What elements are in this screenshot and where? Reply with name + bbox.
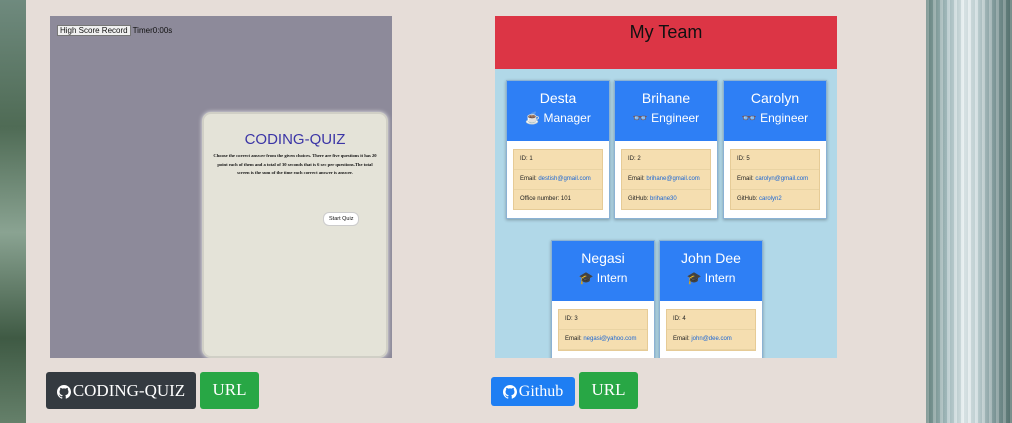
team-profile-preview-image: My Team Desta ☕ Manager ID: 1 Email: des… [495, 16, 837, 358]
member-email: Email: john@dee.com [667, 330, 755, 350]
quiz-description: Choose the correct answer from the given… [213, 153, 377, 175]
team-github-button[interactable]: Github [491, 377, 575, 406]
quiz-title: CODING-QUIZ [244, 131, 346, 148]
member-details: ID: 5 Email: carolyn@gmail.com GitHub: c… [730, 149, 820, 210]
member-name: Desta [539, 90, 577, 106]
team-card: John Dee 🎓 Intern ID: 4 Email: john@dee.… [659, 240, 763, 358]
member-email: Email: negasi@yahoo.com [559, 330, 647, 350]
member-name: Carolyn [750, 90, 800, 106]
background-waterfall-left [0, 0, 26, 423]
member-role: 👓 Engineer [741, 111, 809, 125]
quiz-header: High Score Record Timer0:00s [57, 25, 173, 36]
coding-quiz-repo-button[interactable]: CODING-QUIZ [46, 372, 196, 409]
team-card: Negasi 🎓 Intern ID: 3 Email: negasi@yaho… [551, 240, 655, 358]
coding-quiz-preview-image: High Score Record Timer0:00s CODING-QUIZ … [50, 16, 392, 358]
github-icon [502, 385, 517, 400]
github-icon [56, 385, 71, 399]
coding-quiz-url-button[interactable]: URL [200, 372, 259, 409]
glasses-icon: 👓 [741, 111, 757, 125]
member-details: ID: 3 Email: negasi@yahoo.com [558, 309, 648, 351]
member-role: 🎓 Intern [686, 271, 736, 285]
member-name: Brihane [641, 90, 691, 106]
team-card-header: Desta ☕ Manager [507, 81, 609, 141]
team-card-header: Carolyn 👓 Engineer [724, 81, 826, 141]
background-waterfall-right [926, 0, 1012, 423]
team-card-header: Negasi 🎓 Intern [552, 241, 654, 301]
graduate-icon: 🎓 [686, 271, 702, 285]
member-role: 👓 Engineer [632, 111, 700, 125]
team-github-label: Github [518, 383, 564, 400]
team-card: Brihane 👓 Engineer ID: 2 Email: brihane@… [614, 80, 718, 219]
member-name: Negasi [581, 250, 625, 266]
member-email: Email: brihane@gmail.com [622, 170, 710, 190]
member-id: ID: 4 [667, 310, 755, 330]
member-id: ID: 3 [559, 310, 647, 330]
team-card-header: John Dee 🎓 Intern [660, 241, 762, 301]
glasses-icon: 👓 [632, 111, 648, 125]
timer-text: Timer0:00s [132, 26, 173, 35]
member-details: ID: 2 Email: brihane@gmail.com GitHub: b… [621, 149, 711, 210]
member-id: ID: 2 [622, 150, 710, 170]
member-email: Email: carolyn@gmail.com [731, 170, 819, 190]
member-details: ID: 1 Email: destish@gmail.com Office nu… [513, 149, 603, 210]
team-card: Desta ☕ Manager ID: 1 Email: destish@gma… [506, 80, 610, 219]
member-id: ID: 1 [514, 150, 602, 170]
team-card-header: Brihane 👓 Engineer [615, 81, 717, 141]
member-name: John Dee [681, 250, 741, 266]
graduate-icon: 🎓 [578, 271, 594, 285]
team-header: My Team [495, 16, 837, 69]
member-role: 🎓 Intern [578, 271, 628, 285]
high-score-button: High Score Record [57, 25, 131, 36]
team-card: Carolyn 👓 Engineer ID: 5 Email: carolyn@… [723, 80, 827, 219]
member-role: ☕ Manager [525, 111, 591, 125]
member-email: Email: destish@gmail.com [514, 170, 602, 190]
coffee-icon: ☕ [525, 111, 541, 125]
team-url-button[interactable]: URL [579, 372, 638, 409]
coding-quiz-repo-label: CODING-QUIZ [72, 381, 186, 400]
member-details: ID: 4 Email: john@dee.com [666, 309, 756, 351]
member-office: Office number: 101 [520, 196, 571, 202]
member-github: GitHub: carolyn2 [737, 196, 782, 202]
start-quiz-button: Start Quiz [323, 212, 360, 226]
member-github: GitHub: brihane30 [628, 196, 677, 202]
quiz-card: CODING-QUIZ Choose the correct answer fr… [202, 112, 388, 358]
member-id: ID: 5 [731, 150, 819, 170]
